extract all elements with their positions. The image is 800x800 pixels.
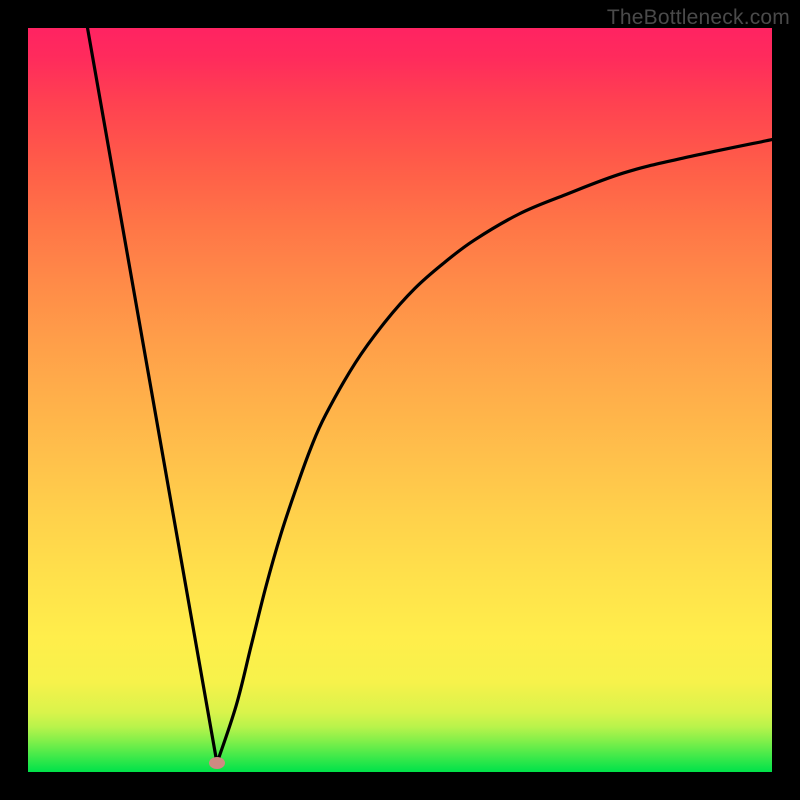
chart-frame <box>28 28 772 772</box>
chart-line-layer <box>28 28 772 772</box>
left-branch-line <box>88 28 217 763</box>
right-branch-line <box>217 140 772 763</box>
watermark-text: TheBottleneck.com <box>607 6 790 30</box>
minimum-marker <box>209 757 225 769</box>
